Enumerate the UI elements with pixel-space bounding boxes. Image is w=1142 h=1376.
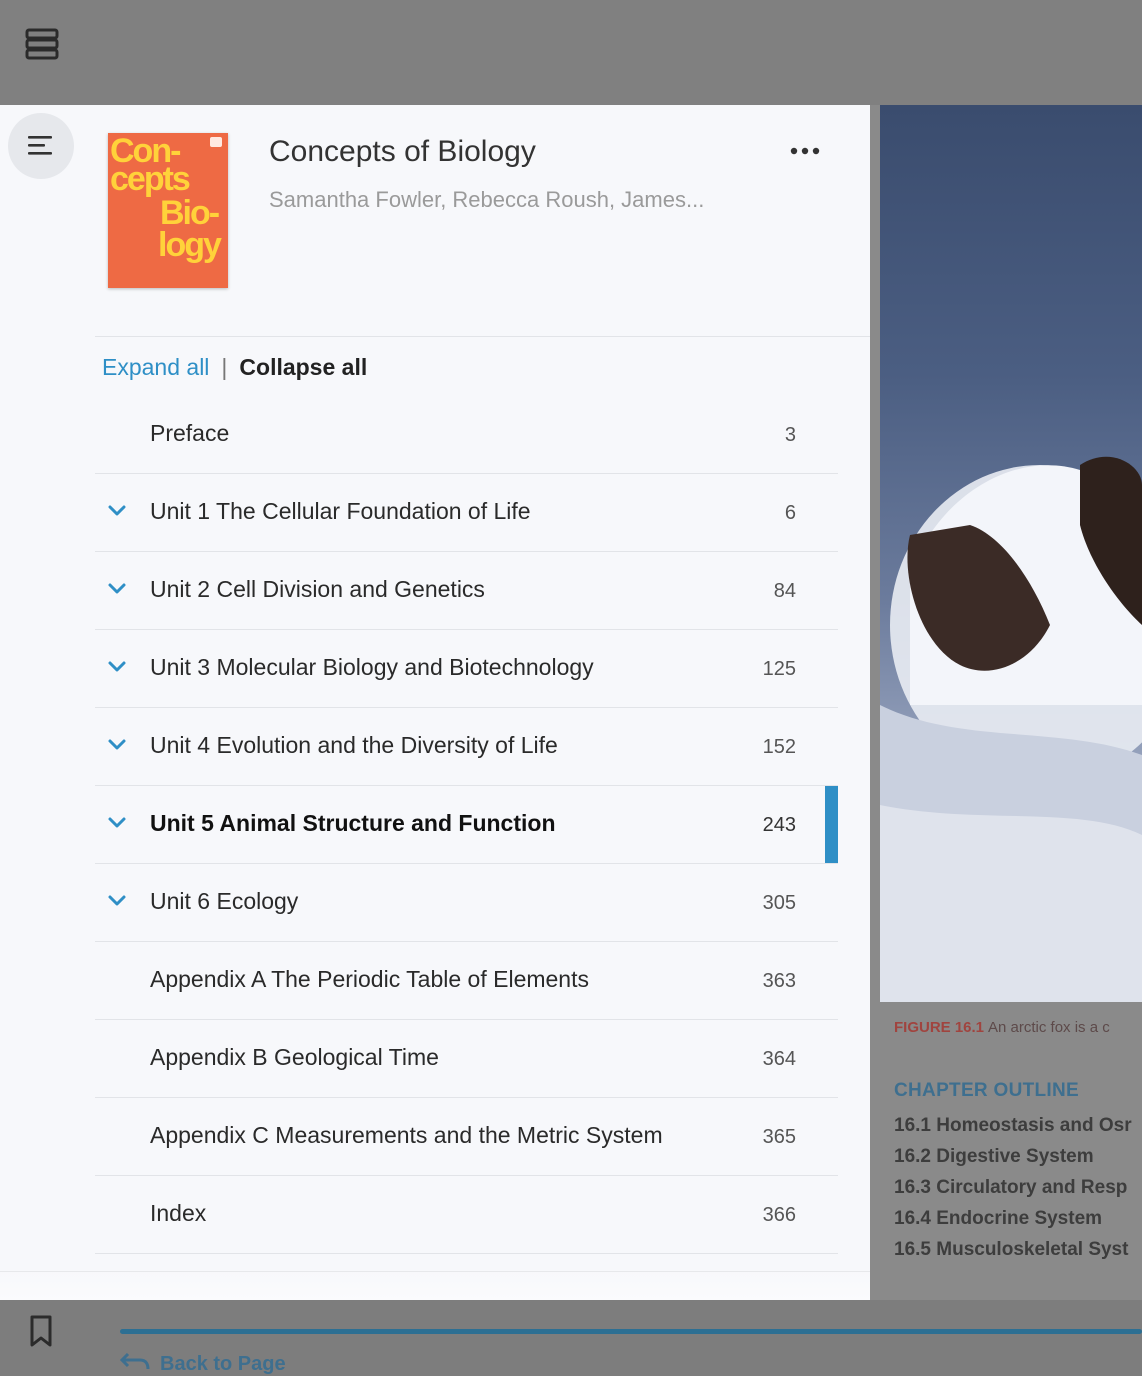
expand-all-link[interactable]: Expand all — [102, 354, 209, 380]
chapter-outline-item[interactable]: 16.1 Homeostasis and Osr — [894, 1115, 1132, 1146]
toc-list: Preface 3 Unit 1 The Cellular Foundation o… — [95, 396, 838, 1254]
menu-lines-icon — [28, 136, 52, 155]
chapter-outline-item[interactable]: 16.5 Musculoskeletal Syst — [894, 1239, 1132, 1270]
book-cover[interactable]: Con- cepts Bio- logy — [108, 133, 228, 288]
chevron-down-icon[interactable] — [107, 660, 127, 674]
chevron-down-icon[interactable] — [107, 504, 127, 518]
back-arrow-icon — [119, 1352, 150, 1376]
toc-item-label: Unit 4 Evolution and the Diversity of Li… — [150, 732, 558, 758]
toc-item[interactable]: Unit 1 The Cellular Foundation of Life 6 — [95, 474, 838, 552]
panel-footer-divider — [0, 1271, 870, 1272]
toc-item-label: Unit 6 Ecology — [150, 888, 299, 914]
figure-caption-text: An arctic fox is a c — [988, 1019, 1110, 1036]
library-stack-icon[interactable] — [22, 26, 62, 62]
chapter-outline-item[interactable]: 16.4 Endocrine System — [894, 1208, 1132, 1239]
toc-item[interactable]: Appendix B Geological Time 364 — [95, 1020, 838, 1098]
figure-image — [880, 105, 1142, 1002]
toc-item-label: Unit 1 The Cellular Foundation of Life — [150, 498, 531, 524]
collapse-all-link[interactable]: Collapse all — [239, 354, 367, 380]
header-divider — [95, 336, 870, 337]
expand-collapse-controls: Expand all | Collapse all — [102, 349, 367, 385]
cover-text-line: logy — [158, 226, 222, 264]
chevron-down-icon[interactable] — [107, 894, 127, 908]
toc-item[interactable]: Unit 2 Cell Division and Genetics 84 — [95, 552, 838, 630]
toc-item-label: Unit 5 Animal Structure and Function — [150, 810, 556, 836]
toc-item[interactable]: Appendix C Measurements and the Metric S… — [95, 1098, 838, 1176]
toc-item-label: Appendix B Geological Time — [150, 1044, 439, 1070]
toc-item-label: Appendix C Measurements and the Metric S… — [150, 1122, 663, 1148]
reading-progress-bar[interactable] — [120, 1329, 1142, 1334]
toc-item[interactable]: Unit 3 Molecular Biology and Biotechnolo… — [95, 630, 838, 708]
active-item-indicator — [825, 786, 838, 863]
toc-panel: Con- cepts Bio- logy Concepts of Biology… — [0, 105, 870, 1300]
toc-item-page-number: 366 — [762, 1204, 796, 1226]
chapter-outline-title: CHAPTER OUTLINE — [894, 1080, 1079, 1101]
book-page-preview: FIGURE 16.1 An arctic fox is a c CHAPTER … — [870, 105, 1142, 1300]
toc-item-page-number: 6 — [784, 502, 796, 524]
cover-logo-mark — [210, 137, 222, 147]
toc-item[interactable]: Unit 5 Animal Structure and Function 243 — [95, 786, 838, 864]
book-title: Concepts of Biology — [269, 135, 536, 168]
toc-item-label: Unit 3 Molecular Biology and Biotechnolo… — [150, 654, 594, 680]
toc-item[interactable]: Index 366 — [95, 1176, 838, 1254]
toc-item-label: Appendix A The Periodic Table of Element… — [150, 966, 589, 992]
chevron-down-icon[interactable] — [107, 816, 127, 830]
toc-item-page-number: 125 — [762, 658, 796, 680]
figure-number: FIGURE 16.1 — [894, 1019, 985, 1036]
toc-item-label: Index — [150, 1200, 207, 1226]
toc-item[interactable]: Unit 4 Evolution and the Diversity of Li… — [95, 708, 838, 786]
toc-item-page-number: 3 — [784, 424, 796, 446]
chapter-outline-list: 16.1 Homeostasis and Osr 16.2 Digestive S… — [894, 1115, 1132, 1270]
chevron-down-icon[interactable] — [107, 738, 127, 752]
toc-item-page-number: 364 — [762, 1048, 796, 1070]
chapter-outline-item[interactable]: 16.3 Circulatory and Resp — [894, 1177, 1132, 1208]
bookmark-icon[interactable] — [28, 1314, 54, 1348]
cover-text-line: cepts — [110, 160, 191, 198]
top-bar — [0, 0, 1142, 105]
cover-text-line: Bio- — [160, 194, 220, 232]
toc-item-page-number: 152 — [762, 736, 796, 758]
book-authors: Samantha Fowler, Rebecca Roush, James... — [269, 187, 705, 212]
toc-item-label: Preface — [150, 420, 230, 446]
menu-toggle-button[interactable] — [8, 113, 74, 179]
toc-item[interactable]: Unit 6 Ecology 305 — [95, 864, 838, 942]
toc-item[interactable]: Preface 3 — [95, 396, 838, 474]
toc-item-label: Unit 2 Cell Division and Genetics — [150, 576, 485, 602]
toc-item-page-number: 243 — [762, 814, 796, 836]
toc-item-page-number: 305 — [762, 892, 796, 914]
toc-item[interactable]: Appendix A The Periodic Table of Element… — [95, 942, 838, 1020]
figure-caption: FIGURE 16.1 An arctic fox is a c — [894, 1019, 1142, 1036]
back-to-page-label: Back to Page — [160, 1353, 286, 1375]
toc-item-page-number: 365 — [762, 1126, 796, 1148]
chapter-outline-item[interactable]: 16.2 Digestive System — [894, 1146, 1132, 1177]
controls-separator: | — [221, 354, 228, 380]
chevron-down-icon[interactable] — [107, 582, 127, 596]
bottom-bar: Back to Page — [0, 1300, 1142, 1376]
back-to-page-link[interactable]: Back to Page — [119, 1352, 286, 1376]
toc-item-page-number: 363 — [762, 970, 796, 992]
more-options-button[interactable] — [786, 135, 826, 165]
more-dots-icon — [790, 147, 820, 155]
toc-item-page-number: 84 — [773, 580, 796, 602]
